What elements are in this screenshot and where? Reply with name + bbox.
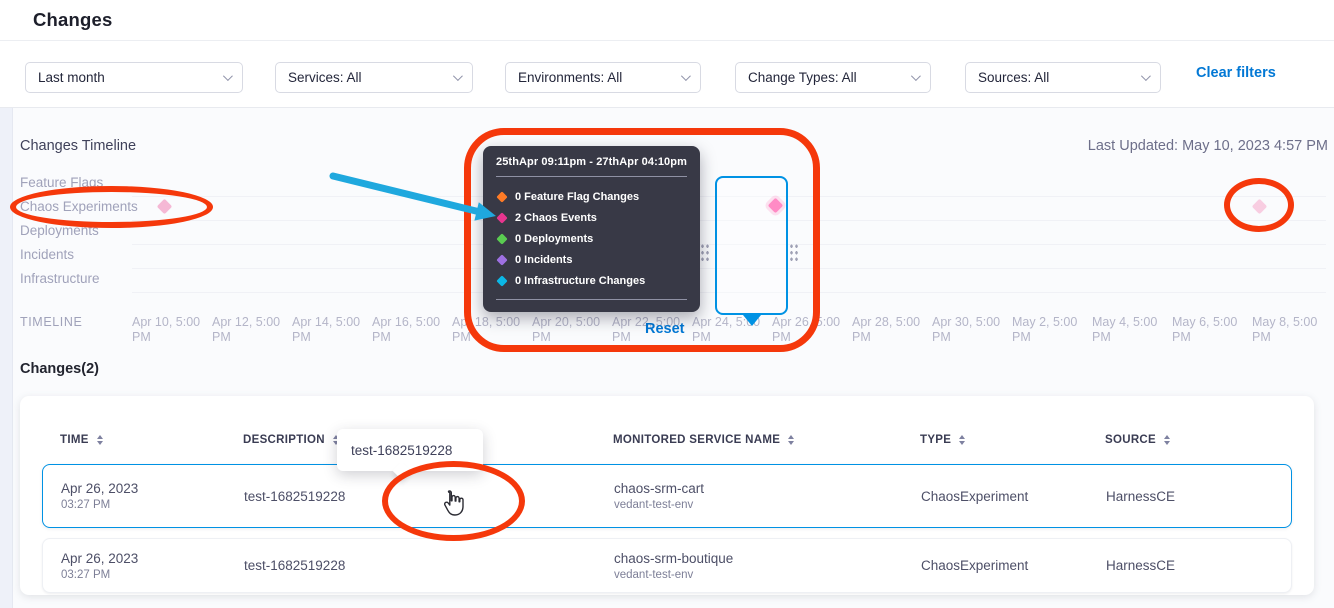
changes-timeline-section: Changes Timeline Last Updated: May 10, 2…: [0, 108, 1334, 352]
legend-label: 0 Deployments: [515, 233, 593, 245]
cell-source: HarnessCE: [1106, 489, 1291, 504]
clear-filters-link[interactable]: Clear filters: [1196, 65, 1276, 81]
services-value: Services: All: [288, 70, 362, 85]
cell-type: ChaosExperiment: [921, 558, 1106, 573]
timeline-axis-title: TIMELINE: [20, 315, 82, 329]
cell-type: ChaosExperiment: [921, 489, 1106, 504]
change-types-dropdown[interactable]: Change Types: All: [735, 62, 931, 93]
axis-tick: Apr 26, 5:00PM: [772, 315, 842, 345]
axis-tick: Apr 30, 5:00PM: [932, 315, 1002, 345]
environments-value: Environments: All: [518, 70, 622, 85]
cell-monitored-service: chaos-srm-boutique vedant-test-env: [614, 551, 921, 581]
legend-item-deployments: 0 Deployments: [496, 231, 687, 246]
filter-bar: Last month Services: All Environments: A…: [0, 41, 1334, 108]
time-range-dropdown[interactable]: Last month: [25, 62, 243, 93]
axis-tick: Apr 10, 5:00PM: [132, 315, 202, 345]
chevron-down-icon: [911, 71, 921, 81]
brush-right-handle[interactable]: [789, 243, 799, 262]
table-row[interactable]: Apr 26, 2023 03:27 PM test-1682519228 ch…: [42, 464, 1292, 528]
sort-icon[interactable]: [1164, 435, 1170, 446]
change-types-value: Change Types: All: [748, 70, 857, 85]
chevron-down-icon: [453, 71, 463, 81]
tooltip-divider: [496, 176, 687, 177]
row-hover-tooltip-text: test-1682519228: [351, 443, 452, 458]
tooltip-date-range: 25thApr 09:11pm - 27thApr 04:10pm: [496, 156, 687, 168]
axis-tick: May 8, 5:00PM: [1252, 315, 1322, 345]
cell-monitored-service: chaos-srm-cart vedant-test-env: [614, 481, 921, 511]
axis-tick: Apr 20, 5:00PM: [532, 315, 602, 345]
column-header-type: TYPE: [920, 434, 1105, 446]
timeline-section-title: Changes Timeline: [20, 138, 136, 154]
hand-cursor-icon: [440, 488, 466, 518]
chaos-event-marker-faded-right[interactable]: [1252, 199, 1268, 215]
cell-source: HarnessCE: [1106, 558, 1291, 573]
sources-value: Sources: All: [978, 70, 1049, 85]
tooltip-divider: [496, 299, 687, 300]
legend-item-infrastructure: 0 Infrastructure Changes: [496, 273, 687, 288]
services-dropdown[interactable]: Services: All: [275, 62, 473, 93]
cell-description: test-1682519228: [244, 489, 614, 504]
chevron-down-icon: [681, 71, 691, 81]
axis-tick: Apr 16, 5:00PM: [372, 315, 442, 345]
timeline-brush-selection[interactable]: [715, 176, 788, 315]
track-label-infrastructure: Infrastructure: [20, 271, 100, 286]
chaos-event-marker-faded-left[interactable]: [157, 199, 173, 215]
sort-icon[interactable]: [97, 435, 103, 446]
axis-tick: Apr 28, 5:00PM: [852, 315, 922, 345]
sort-icon[interactable]: [959, 435, 965, 446]
legend-label: 0 Incidents: [515, 254, 572, 266]
track-label-chaos-experiments: Chaos Experiments: [20, 199, 138, 214]
environments-dropdown[interactable]: Environments: All: [505, 62, 701, 93]
axis-tick: Apr 18, 5:00PM: [452, 315, 522, 345]
table-header-row: TIME DESCRIPTION MONITORED SERVICE NAME …: [42, 434, 1292, 446]
legend-label: 0 Feature Flag Changes: [515, 191, 639, 203]
deployments-diamond-icon: [496, 233, 507, 244]
cell-time: Apr 26, 2023 03:27 PM: [61, 551, 244, 581]
table-row[interactable]: Apr 26, 2023 03:27 PM test-1682519228 ch…: [42, 538, 1292, 593]
infrastructure-diamond-icon: [496, 275, 507, 286]
axis-tick: Apr 14, 5:00PM: [292, 315, 362, 345]
incidents-diamond-icon: [496, 254, 507, 265]
axis-tick: Apr 12, 5:00PM: [212, 315, 282, 345]
left-edge-strip: [0, 41, 13, 608]
top-bar: Changes: [0, 0, 1334, 41]
cell-time: Apr 26, 2023 03:27 PM: [61, 481, 244, 511]
sort-icon[interactable]: [788, 435, 794, 446]
legend-item-chaos-events: 2 Chaos Events: [496, 210, 687, 225]
legend-item-incidents: 0 Incidents: [496, 252, 687, 267]
chaos-events-diamond-icon: [496, 212, 507, 223]
tooltip-legend: 0 Feature Flag Changes 2 Chaos Events 0 …: [496, 189, 687, 288]
chevron-down-icon: [1141, 71, 1151, 81]
changes-table-card: TIME DESCRIPTION MONITORED SERVICE NAME …: [20, 396, 1314, 595]
row-hover-tooltip: test-1682519228: [337, 429, 483, 471]
axis-tick: May 6, 5:00PM: [1172, 315, 1242, 345]
changes-page: Changes Last month Services: All Environ…: [0, 0, 1334, 608]
axis-tick: May 2, 5:00PM: [1012, 315, 1082, 345]
legend-label: 2 Chaos Events: [515, 212, 597, 224]
chevron-down-icon: [223, 71, 233, 81]
track-label-incidents: Incidents: [20, 247, 74, 262]
track-label-deployments: Deployments: [20, 223, 99, 238]
axis-tick: May 4, 5:00PM: [1092, 315, 1162, 345]
page-title: Changes: [33, 9, 113, 31]
last-updated-text: Last Updated: May 10, 2023 4:57 PM: [1088, 138, 1328, 154]
reset-button[interactable]: Reset: [645, 321, 685, 337]
feature-flag-diamond-icon: [496, 191, 507, 202]
column-header-source: SOURCE: [1105, 434, 1292, 446]
legend-item-feature-flags: 0 Feature Flag Changes: [496, 189, 687, 204]
cell-description: test-1682519228: [244, 558, 614, 573]
legend-label: 0 Infrastructure Changes: [515, 275, 645, 287]
sources-dropdown[interactable]: Sources: All: [965, 62, 1161, 93]
timeline-range-tooltip: 25thApr 09:11pm - 27thApr 04:10pm 0 Feat…: [483, 146, 700, 312]
time-range-value: Last month: [38, 70, 105, 85]
column-header-time: TIME: [60, 434, 243, 446]
column-header-monitored-service: MONITORED SERVICE NAME: [613, 434, 920, 446]
track-label-feature-flags: Feature Flags: [20, 175, 103, 190]
brush-bottom-pointer: [743, 315, 761, 326]
brush-left-handle[interactable]: [700, 243, 710, 262]
changes-count-title: Changes(2): [20, 361, 99, 377]
